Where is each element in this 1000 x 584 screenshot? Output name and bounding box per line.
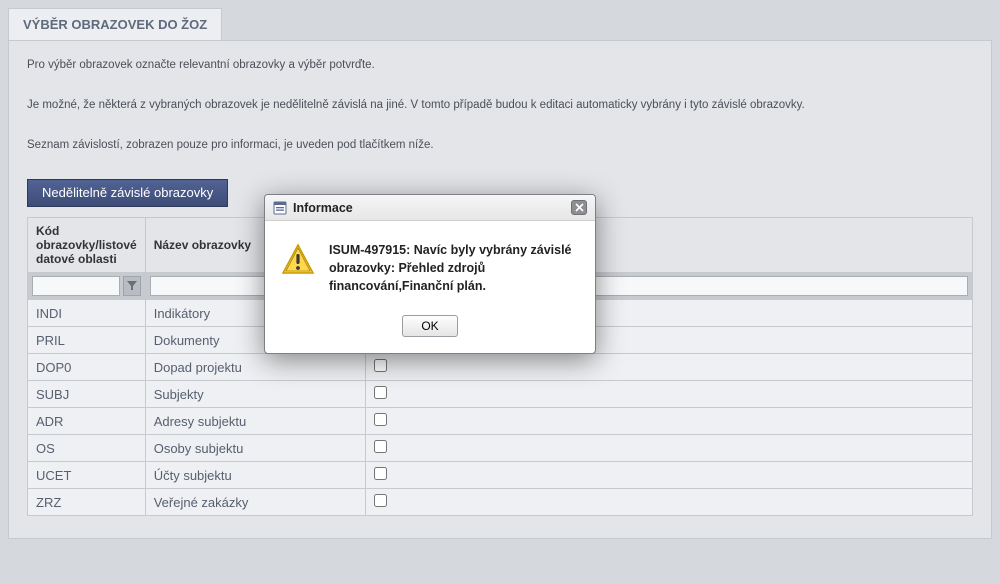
intro-paragraph-2: Je možné, že některá z vybraných obrazov… (27, 99, 973, 111)
row-code: ZRZ (28, 489, 146, 516)
row-code: PRIL (28, 327, 146, 354)
intro-paragraph-3: Seznam závislostí, zobrazen pouze pro in… (27, 139, 973, 151)
row-select-checkbox[interactable] (374, 440, 387, 453)
dialog-title: Informace (293, 201, 565, 215)
table-row: DOP0Dopad projektu (28, 354, 973, 381)
row-name: Osoby subjektu (145, 435, 365, 462)
row-name: Adresy subjektu (145, 408, 365, 435)
info-dialog: Informace ISUM-497915: Navíc byly vybrán… (264, 194, 596, 354)
table-row: SUBJSubjekty (28, 381, 973, 408)
filter-code-input[interactable] (32, 276, 120, 296)
row-select-cell (365, 381, 972, 408)
row-name: Veřejné zakázky (145, 489, 365, 516)
dialog-message: ISUM-497915: Navíc byly vybrány závislé … (329, 241, 579, 295)
row-code: UCET (28, 462, 146, 489)
panel-tab[interactable]: VÝBĚR OBRAZOVEK DO ŽOZ (8, 8, 222, 40)
row-name: Dopad projektu (145, 354, 365, 381)
row-name: Subjekty (145, 381, 365, 408)
table-row: OSOsoby subjektu (28, 435, 973, 462)
row-name: Účty subjektu (145, 462, 365, 489)
warning-icon (281, 243, 315, 277)
row-select-checkbox[interactable] (374, 359, 387, 372)
row-select-checkbox[interactable] (374, 494, 387, 507)
dialog-titlebar[interactable]: Informace (265, 195, 595, 221)
dialog-ok-button[interactable]: OK (402, 315, 458, 337)
row-select-checkbox[interactable] (374, 413, 387, 426)
table-row: ADRAdresy subjektu (28, 408, 973, 435)
intro-paragraph-1: Pro výběr obrazovek označte relevantní o… (27, 59, 973, 71)
row-select-cell (365, 489, 972, 516)
row-select-checkbox[interactable] (374, 386, 387, 399)
row-code: ADR (28, 408, 146, 435)
table-row: ZRZVeřejné zakázky (28, 489, 973, 516)
row-code: SUBJ (28, 381, 146, 408)
row-select-cell (365, 435, 972, 462)
dialog-title-icon (273, 201, 287, 215)
row-select-checkbox[interactable] (374, 467, 387, 480)
row-select-cell (365, 408, 972, 435)
column-header-code[interactable]: Kód obrazovky/listové datové oblasti (28, 218, 146, 273)
row-code: INDI (28, 300, 146, 327)
row-select-cell (365, 462, 972, 489)
dialog-close-button[interactable] (571, 200, 587, 215)
row-code: DOP0 (28, 354, 146, 381)
row-select-cell (365, 354, 972, 381)
table-row: UCETÚčty subjektu (28, 462, 973, 489)
filter-icon[interactable] (123, 276, 141, 296)
row-code: OS (28, 435, 146, 462)
dependent-screens-button[interactable]: Nedělitelně závislé obrazovky (27, 179, 228, 207)
